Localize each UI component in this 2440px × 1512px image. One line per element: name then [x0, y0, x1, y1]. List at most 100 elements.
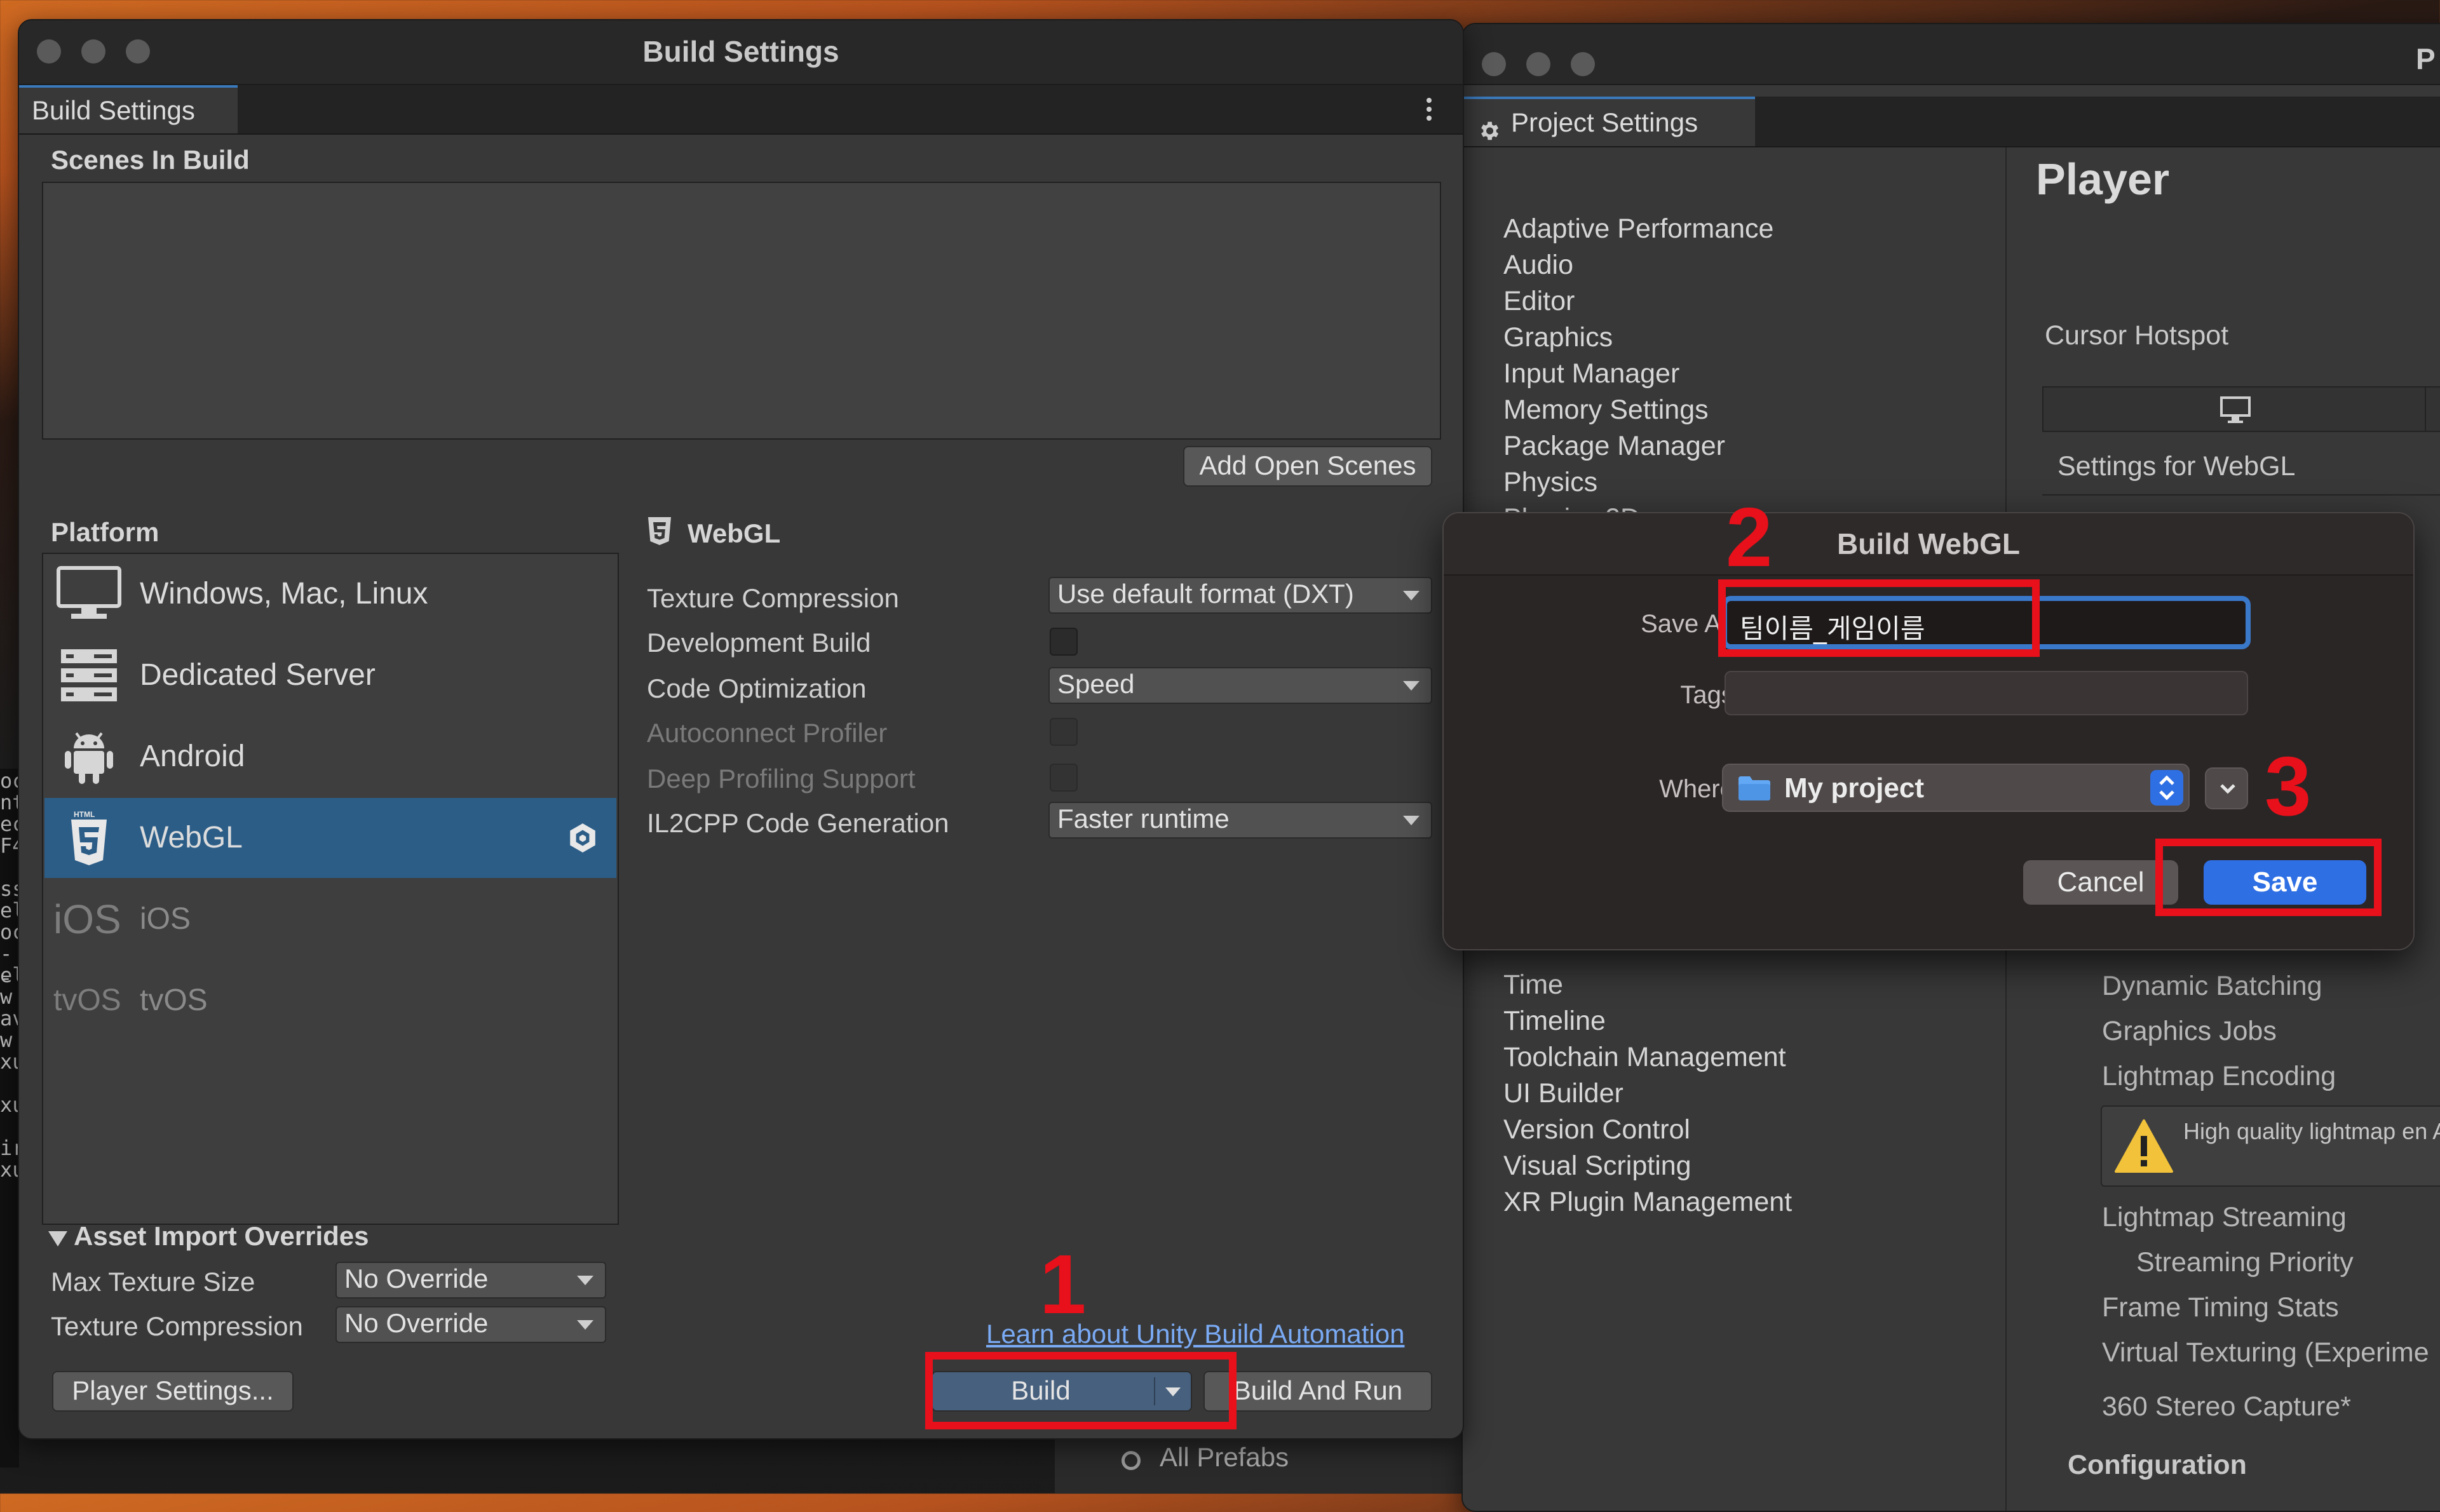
player-setting-label: Dynamic Batching	[2102, 971, 2322, 1001]
player-setting-label: Graphics Jobs	[2102, 1016, 2277, 1046]
cancel-button-label: Cancel	[2057, 867, 2145, 898]
code-optimization-dropdown[interactable]: Speed	[1048, 667, 1432, 704]
development-build-checkbox[interactable]	[1050, 628, 1078, 656]
platform-item-tvos[interactable]: tvOS tvOS	[44, 961, 616, 1041]
texture-compression-dropdown[interactable]: Use default format (DXT)	[1048, 577, 1432, 614]
settings-for-webgl-label: Settings for WebGL	[2057, 451, 2296, 482]
asset-import-overrides-header[interactable]: Asset Import Overrides	[74, 1221, 369, 1252]
player-setting-label: Virtual Texturing (Experime	[2102, 1337, 2429, 1368]
terminal-line: xu	[0, 1050, 19, 1074]
zoom-window-button[interactable]	[1571, 52, 1595, 76]
sidebar-item[interactable]: XR Plugin Management	[1503, 1187, 1792, 1218]
foldout-triangle-icon[interactable]	[48, 1231, 67, 1246]
terminal-line: xu	[0, 1093, 19, 1117]
autoconnect-profiler-checkbox	[1050, 718, 1078, 746]
texture-compression-value: Use default format (DXT)	[1057, 579, 1354, 609]
platform-label: iOS	[140, 902, 191, 936]
sidebar-item[interactable]: Adaptive Performance	[1503, 213, 1773, 245]
server-icon	[56, 647, 122, 704]
chevron-down-icon	[577, 1320, 593, 1330]
annotation-step-2: 2	[1726, 490, 1773, 584]
where-value: My project	[1784, 773, 1925, 804]
monitor-icon	[2219, 396, 2252, 423]
annotation-box-save-as	[1718, 579, 2040, 657]
platform-tab-strip	[2042, 386, 2440, 432]
player-setting-label: Frame Timing Stats	[2102, 1292, 2339, 1323]
platform-label: Dedicated Server	[140, 658, 376, 692]
section-divider	[2042, 494, 2440, 496]
tab-build-settings[interactable]: Build Settings	[19, 85, 238, 133]
chevron-down-icon	[1403, 681, 1420, 691]
project-settings-titlebar[interactable]: P	[1463, 24, 2440, 85]
il2cpp-dropdown[interactable]: Faster runtime	[1048, 802, 1432, 839]
platform-header: Platform	[51, 517, 159, 547]
player-settings-button[interactable]: Player Settings...	[52, 1371, 294, 1412]
monitor-icon	[56, 565, 122, 623]
where-dropdown[interactable]: My project	[1722, 764, 2190, 812]
max-texture-size-label: Max Texture Size	[51, 1267, 255, 1297]
tags-input[interactable]	[1725, 671, 2248, 715]
override-texture-compression-dropdown[interactable]: No Override	[336, 1306, 606, 1343]
sidebar-item[interactable]: Version Control	[1503, 1114, 1690, 1145]
max-texture-size-dropdown[interactable]: No Override	[336, 1262, 606, 1299]
chevron-down-icon	[1403, 816, 1420, 825]
platform-tab-standalone[interactable]	[2043, 388, 2426, 431]
add-open-scenes-button[interactable]: Add Open Scenes	[1183, 446, 1432, 487]
build-settings-titlebar[interactable]: Build Settings	[19, 20, 1463, 85]
tvos-icon: tvOS	[53, 983, 121, 1017]
sidebar-item[interactable]: Audio	[1503, 250, 1573, 281]
platform-item-webgl[interactable]: HTML WebGL	[44, 798, 616, 878]
minimize-window-button[interactable]	[1526, 52, 1550, 76]
autoconnect-profiler-label: Autoconnect Profiler	[647, 718, 888, 748]
sidebar-item[interactable]: Toolchain Management	[1503, 1042, 1786, 1073]
configuration-header: Configuration	[2068, 1450, 2247, 1480]
close-window-button[interactable]	[1482, 52, 1506, 76]
tab-project-settings[interactable]: Project Settings	[1463, 97, 1755, 146]
stepper-arrows-icon	[2150, 770, 2183, 806]
sidebar-item[interactable]: Timeline	[1503, 1006, 1606, 1037]
search-icon	[1122, 1451, 1141, 1470]
terminal-line: ec	[0, 812, 19, 836]
sidebar-item[interactable]: UI Builder	[1503, 1078, 1623, 1109]
platform-label: tvOS	[140, 983, 208, 1017]
development-build-label: Development Build	[647, 628, 871, 658]
more-options-icon[interactable]	[1426, 97, 1432, 122]
sidebar-item[interactable]: Editor	[1503, 286, 1575, 317]
platform-item-android[interactable]: Android	[44, 717, 616, 797]
il2cpp-value: Faster runtime	[1057, 804, 1230, 834]
chevron-down-icon	[577, 1276, 593, 1285]
platform-item-dedicated-server[interactable]: Dedicated Server	[44, 635, 616, 715]
stereo-capture-label: 360 Stereo Capture*	[2102, 1391, 2352, 1422]
sidebar-item[interactable]: Package Manager	[1503, 431, 1725, 462]
terminal-line: oc	[0, 769, 19, 793]
code-optimization-label: Code Optimization	[647, 673, 867, 703]
platform-item-ios[interactable]: iOS iOS	[44, 879, 616, 959]
terminal-line: w	[0, 1028, 13, 1052]
annotation-step-1: 1	[1040, 1238, 1087, 1331]
player-setting-label: Lightmap Streaming	[2102, 1202, 2347, 1232]
terminal-line: xu	[0, 1158, 19, 1182]
html5-icon	[647, 516, 672, 546]
sidebar-item[interactable]: Graphics	[1503, 322, 1613, 353]
cursor-hotspot-label: Cursor Hotspot	[2045, 320, 2229, 351]
platform-list: Windows, Mac, Linux Dedicated Server And…	[42, 553, 619, 1225]
terminal-line: av	[0, 1006, 19, 1030]
html-badge-text: HTML	[74, 810, 95, 819]
sidebar-item[interactable]: Memory Settings	[1503, 395, 1709, 426]
warning-icon	[2113, 1118, 2174, 1175]
expand-dialog-button[interactable]	[2205, 767, 2248, 809]
sidebar-item[interactable]: Physics	[1503, 467, 1597, 498]
platform-item-windows-mac-linux[interactable]: Windows, Mac, Linux	[44, 554, 616, 634]
scenes-list[interactable]	[42, 182, 1441, 440]
build-settings-title: Build Settings	[642, 35, 839, 68]
project-settings-title: P	[2416, 43, 2436, 76]
annotation-box-build	[925, 1352, 1237, 1429]
webgl-section-title: WebGL	[688, 518, 781, 548]
build-and-run-button[interactable]: Build And Run	[1203, 1371, 1432, 1412]
sidebar-item[interactable]: Input Manager	[1503, 358, 1679, 389]
code-optimization-value: Speed	[1057, 669, 1135, 699]
sidebar-item[interactable]: Time	[1503, 969, 1563, 1001]
unity-active-platform-icon	[567, 822, 599, 854]
sidebar-item[interactable]: Visual Scripting	[1503, 1151, 1691, 1182]
gear-icon	[1477, 111, 1501, 140]
